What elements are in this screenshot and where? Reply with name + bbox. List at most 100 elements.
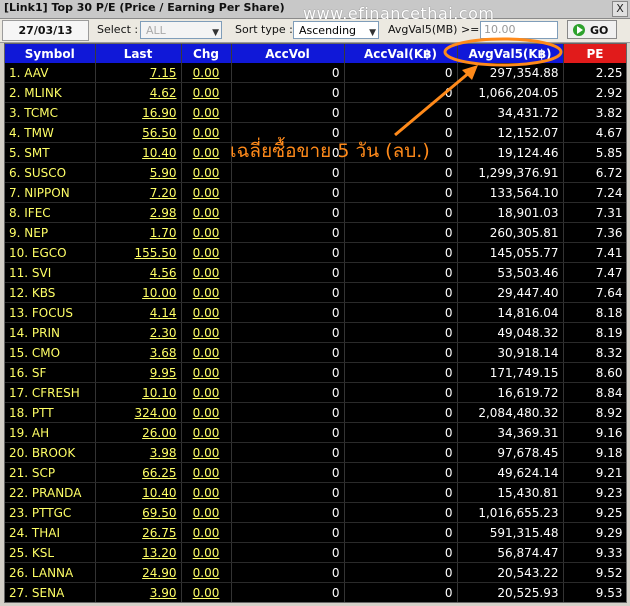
cell-chg[interactable]: 0.00 — [181, 162, 232, 183]
cell-symbol: 23. PTTGC — [5, 502, 96, 523]
table-row[interactable]: 25. KSL 13.20 0.00 0 0 56,874.47 9.33 — [5, 542, 626, 563]
table-row[interactable]: 10. EGCO 155.50 0.00 0 0 145,055.77 7.41 — [5, 242, 626, 263]
table-row[interactable]: 20. BROOK 3.98 0.00 0 0 97,678.45 9.18 — [5, 442, 626, 463]
table-row[interactable]: 7. NIPPON 7.20 0.00 0 0 133,564.10 7.24 — [5, 182, 626, 203]
col-header-pe[interactable]: PE — [563, 44, 626, 63]
cell-avgval5: 1,066,204.05 — [457, 82, 564, 103]
cell-last[interactable]: 26.00 — [95, 422, 182, 443]
table-row[interactable]: 16. SF 9.95 0.00 0 0 171,749.15 8.60 — [5, 362, 626, 383]
cell-last[interactable]: 13.20 — [95, 542, 182, 563]
cell-last[interactable]: 324.00 — [95, 402, 182, 423]
cell-accvol: 0 — [231, 182, 345, 203]
table-row[interactable]: 17. CFRESH 10.10 0.00 0 0 16,619.72 8.84 — [5, 382, 626, 403]
cell-last[interactable]: 16.90 — [95, 102, 182, 123]
table-row[interactable]: 18. PTT 324.00 0.00 0 0 2,084,480.32 8.92 — [5, 402, 626, 423]
cell-chg[interactable]: 0.00 — [181, 342, 232, 363]
cell-chg[interactable]: 0.00 — [181, 182, 232, 203]
col-header-avgval5[interactable]: AvgVal5(K฿) — [457, 44, 564, 63]
cell-last[interactable]: 9.95 — [95, 362, 182, 383]
cell-last[interactable]: 2.30 — [95, 322, 182, 343]
table-row[interactable]: 12. KBS 10.00 0.00 0 0 29,447.40 7.64 — [5, 282, 626, 303]
cell-chg[interactable]: 0.00 — [181, 142, 232, 163]
cell-last[interactable]: 10.40 — [95, 482, 182, 503]
cell-chg[interactable]: 0.00 — [181, 582, 232, 602]
cell-last[interactable]: 5.90 — [95, 162, 182, 183]
cell-chg[interactable]: 0.00 — [181, 462, 232, 483]
cell-avgval5: 12,152.07 — [457, 122, 564, 143]
cell-last[interactable]: 3.98 — [95, 442, 182, 463]
cell-chg[interactable]: 0.00 — [181, 382, 232, 403]
cell-chg[interactable]: 0.00 — [181, 122, 232, 143]
close-button[interactable]: X — [612, 1, 628, 17]
cell-accval: 0 — [344, 482, 458, 503]
table-row[interactable]: 3. TCMC 16.90 0.00 0 0 34,431.72 3.82 — [5, 102, 626, 123]
cell-chg[interactable]: 0.00 — [181, 82, 232, 103]
window-title: [Link1] Top 30 P/E (Price / Earning Per … — [4, 1, 285, 14]
cell-last[interactable]: 7.15 — [95, 63, 182, 83]
cell-last[interactable]: 10.10 — [95, 382, 182, 403]
cell-last[interactable]: 155.50 — [95, 242, 182, 263]
cell-chg[interactable]: 0.00 — [181, 442, 232, 463]
cell-last[interactable]: 24.90 — [95, 562, 182, 583]
col-header-accvol[interactable]: AccVol — [231, 44, 345, 63]
cell-chg[interactable]: 0.00 — [181, 302, 232, 323]
cell-last[interactable]: 10.40 — [95, 142, 182, 163]
date-field[interactable]: 27/03/13 — [2, 20, 89, 41]
cell-last[interactable]: 66.25 — [95, 462, 182, 483]
avgval-filter-input[interactable]: 10.00 — [480, 21, 558, 39]
table-row[interactable]: 11. SVI 4.56 0.00 0 0 53,503.46 7.47 — [5, 262, 626, 283]
cell-chg[interactable]: 0.00 — [181, 222, 232, 243]
table-row[interactable]: 22. PRANDA 10.40 0.00 0 0 15,430.81 9.23 — [5, 482, 626, 503]
cell-chg[interactable]: 0.00 — [181, 542, 232, 563]
table-row[interactable]: 15. CMO 3.68 0.00 0 0 30,918.14 8.32 — [5, 342, 626, 363]
col-header-accval[interactable]: AccVal(K฿) — [344, 44, 458, 63]
cell-accvol: 0 — [231, 462, 345, 483]
cell-last[interactable]: 4.62 — [95, 82, 182, 103]
table-row[interactable]: 24. THAI 26.75 0.00 0 0 591,315.48 9.29 — [5, 522, 626, 543]
cell-last[interactable]: 26.75 — [95, 522, 182, 543]
cell-last[interactable]: 7.20 — [95, 182, 182, 203]
cell-last[interactable]: 10.00 — [95, 282, 182, 303]
table-row[interactable]: 19. AH 26.00 0.00 0 0 34,369.31 9.16 — [5, 422, 626, 443]
cell-chg[interactable]: 0.00 — [181, 562, 232, 583]
cell-chg[interactable]: 0.00 — [181, 242, 232, 263]
table-row[interactable]: 8. IFEC 2.98 0.00 0 0 18,901.03 7.31 — [5, 202, 626, 223]
cell-chg[interactable]: 0.00 — [181, 322, 232, 343]
table-row[interactable]: 26. LANNA 24.90 0.00 0 0 20,543.22 9.52 — [5, 562, 626, 583]
cell-chg[interactable]: 0.00 — [181, 402, 232, 423]
cell-last[interactable]: 3.90 — [95, 582, 182, 602]
cell-last[interactable]: 1.70 — [95, 222, 182, 243]
cell-chg[interactable]: 0.00 — [181, 102, 232, 123]
cell-last[interactable]: 3.68 — [95, 342, 182, 363]
cell-last[interactable]: 69.50 — [95, 502, 182, 523]
cell-chg[interactable]: 0.00 — [181, 502, 232, 523]
table-row[interactable]: 2. MLINK 4.62 0.00 0 0 1,066,204.05 2.92 — [5, 82, 626, 103]
col-header-chg[interactable]: Chg — [181, 44, 232, 63]
table-row[interactable]: 23. PTTGC 69.50 0.00 0 0 1,016,655.23 9.25 — [5, 502, 626, 523]
cell-chg[interactable]: 0.00 — [181, 422, 232, 443]
col-header-last[interactable]: Last — [95, 44, 182, 63]
cell-chg[interactable]: 0.00 — [181, 362, 232, 383]
cell-avgval5: 1,299,376.91 — [457, 162, 564, 183]
table-row[interactable]: 1. AAV 7.15 0.00 0 0 297,354.88 2.25 — [5, 63, 626, 83]
table-row[interactable]: 14. PRIN 2.30 0.00 0 0 49,048.32 8.19 — [5, 322, 626, 343]
cell-last[interactable]: 2.98 — [95, 202, 182, 223]
table-row[interactable]: 9. NEP 1.70 0.00 0 0 260,305.81 7.36 — [5, 222, 626, 243]
table-row[interactable]: 13. FOCUS 4.14 0.00 0 0 14,816.04 8.18 — [5, 302, 626, 323]
table-row[interactable]: 27. SENA 3.90 0.00 0 0 20,525.93 9.53 — [5, 582, 626, 602]
select-dropdown[interactable]: ALL ▼ — [140, 21, 222, 39]
cell-chg[interactable]: 0.00 — [181, 282, 232, 303]
table-row[interactable]: 21. SCP 66.25 0.00 0 0 49,624.14 9.21 — [5, 462, 626, 483]
cell-accvol: 0 — [231, 63, 345, 83]
col-header-symbol[interactable]: Symbol — [5, 44, 96, 63]
cell-chg[interactable]: 0.00 — [181, 63, 232, 83]
sort-type-dropdown[interactable]: Ascending ▼ — [293, 21, 379, 39]
cell-chg[interactable]: 0.00 — [181, 482, 232, 503]
cell-last[interactable]: 4.14 — [95, 302, 182, 323]
cell-last[interactable]: 56.50 — [95, 122, 182, 143]
cell-last[interactable]: 4.56 — [95, 262, 182, 283]
go-button[interactable]: GO — [567, 20, 617, 39]
cell-chg[interactable]: 0.00 — [181, 522, 232, 543]
cell-chg[interactable]: 0.00 — [181, 262, 232, 283]
cell-chg[interactable]: 0.00 — [181, 202, 232, 223]
